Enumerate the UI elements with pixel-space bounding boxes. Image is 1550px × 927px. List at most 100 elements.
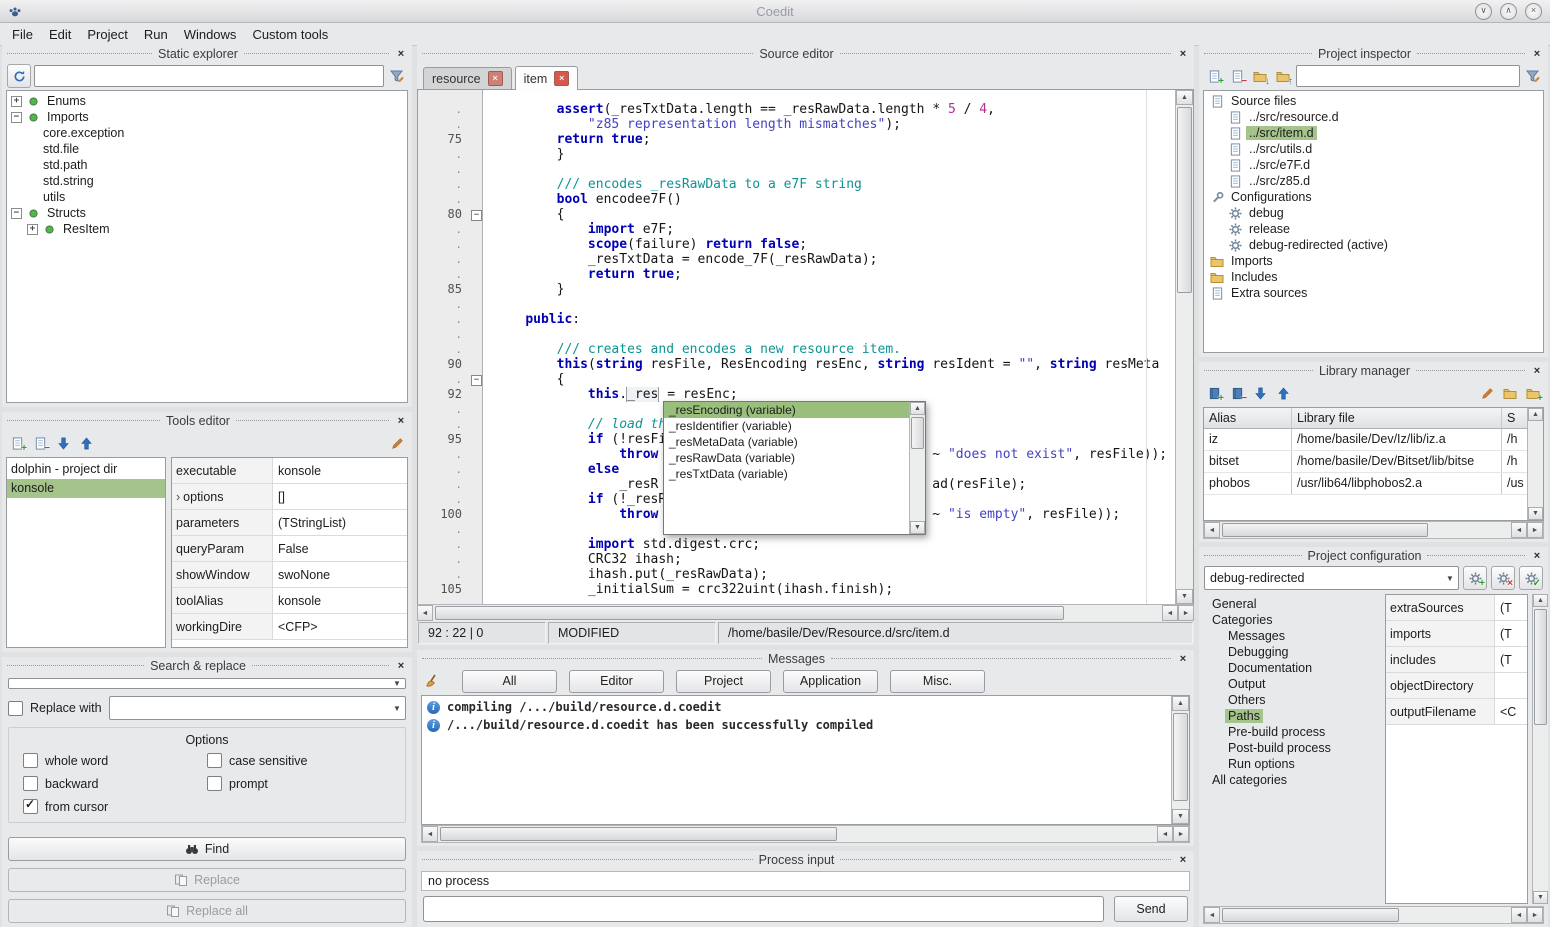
property-value[interactable]: swoNone: [273, 568, 407, 582]
completion-item[interactable]: _resMetaData (variable): [664, 434, 909, 450]
project-inspector-close-icon[interactable]: ×: [1531, 48, 1543, 60]
close-tab-icon[interactable]: ×: [554, 71, 569, 86]
edit-tool-button[interactable]: [387, 433, 407, 453]
property-value[interactable]: konsole: [273, 464, 407, 478]
property-row[interactable]: showWindowswoNone: [172, 562, 407, 588]
scroll-track[interactable]: [910, 415, 925, 521]
inspector-item[interactable]: ../src/utils.d: [1204, 141, 1543, 157]
config-category[interactable]: Paths: [1203, 708, 1381, 724]
scroll-track[interactable]: [433, 605, 1162, 621]
messages-horizontal-scrollbar[interactable]: ◄ ◄ ►: [421, 825, 1190, 843]
static-explorer-item[interactable]: utils: [7, 189, 407, 205]
tree-expander-icon[interactable]: +: [27, 224, 38, 235]
property-value[interactable]: (T: [1495, 627, 1527, 641]
add-folder-button[interactable]: ↓: [1250, 66, 1270, 86]
scroll-track[interactable]: [1220, 522, 1511, 538]
tool-item[interactable]: konsole: [7, 479, 165, 498]
property-value[interactable]: []: [273, 490, 407, 504]
tab-item[interactable]: item ×: [515, 66, 579, 90]
property-row[interactable]: parameters(TStringList): [172, 510, 407, 536]
property-row[interactable]: ›options[]: [172, 484, 407, 510]
inspector-item[interactable]: debug: [1204, 205, 1543, 221]
static-explorer-item[interactable]: std.file: [7, 141, 407, 157]
checkbox-icon[interactable]: [207, 753, 222, 768]
find-button[interactable]: Find: [8, 837, 406, 861]
property-row[interactable]: workingDire<CFP>: [172, 614, 407, 640]
tree-expander-icon[interactable]: −: [11, 112, 22, 123]
window-maximize-icon[interactable]: ∧: [1500, 3, 1517, 20]
scroll-left-icon[interactable]: ◄: [1162, 605, 1178, 621]
static-explorer-item[interactable]: std.string: [7, 173, 407, 189]
inspector-item[interactable]: Imports: [1204, 253, 1543, 269]
scroll-right-icon[interactable]: ►: [1173, 826, 1189, 842]
dropdown-arrow-icon[interactable]: ▼: [389, 679, 405, 688]
window-shade-icon[interactable]: ∨: [1475, 3, 1492, 20]
library-manager-close-icon[interactable]: ×: [1531, 365, 1543, 377]
config-category[interactable]: Others: [1203, 692, 1381, 708]
menu-file[interactable]: File: [4, 25, 41, 44]
window-close-icon[interactable]: ×: [1525, 3, 1542, 20]
property-value[interactable]: <CFP>: [273, 620, 407, 634]
scroll-down-icon[interactable]: ▼: [1528, 507, 1543, 520]
library-horizontal-scrollbar[interactable]: ◄ ◄ ►: [1203, 521, 1544, 539]
inspector-item[interactable]: ../src/resource.d: [1204, 109, 1543, 125]
refresh-button[interactable]: [7, 64, 31, 88]
scroll-thumb[interactable]: [1534, 609, 1547, 725]
scroll-track[interactable]: [1220, 907, 1511, 923]
dropdown-arrow-icon[interactable]: ▼: [389, 704, 405, 713]
edit-library-button[interactable]: [1477, 383, 1497, 403]
inspector-item[interactable]: ../src/e7F.d: [1204, 157, 1543, 173]
messages-close-icon[interactable]: ×: [1177, 653, 1189, 665]
checkbox-icon[interactable]: [23, 753, 38, 768]
config-category[interactable]: Run options: [1203, 756, 1381, 772]
scroll-right-icon[interactable]: ►: [1527, 907, 1543, 923]
property-value[interactable]: (TStringList): [273, 516, 407, 530]
checkbox-icon[interactable]: [23, 799, 38, 814]
inspector-item[interactable]: debug-redirected (active): [1204, 237, 1543, 253]
remove-source-button[interactable]: −: [1227, 66, 1247, 86]
config-category[interactable]: Post-build process: [1203, 740, 1381, 756]
scroll-track[interactable]: [1176, 105, 1193, 589]
project-configuration-close-icon[interactable]: ×: [1531, 550, 1543, 562]
inspector-item[interactable]: ../src/item.d: [1204, 125, 1543, 141]
config-category[interactable]: Messages: [1203, 628, 1381, 644]
config-category[interactable]: Output: [1203, 676, 1381, 692]
inspector-item[interactable]: Includes: [1204, 269, 1543, 285]
popup-vertical-scrollbar[interactable]: ▲ ▼: [909, 402, 925, 534]
send-button[interactable]: Send: [1114, 896, 1188, 922]
property-value[interactable]: <C: [1495, 705, 1527, 719]
inspector-item[interactable]: ../src/z85.d: [1204, 173, 1543, 189]
message-row[interactable]: icompiling /.../build/resource.d.coedit: [422, 698, 1171, 716]
property-row[interactable]: includes(T: [1386, 647, 1527, 673]
filter-options-button[interactable]: [387, 66, 407, 86]
move-tool-up-button[interactable]: [76, 433, 96, 453]
expand-property-icon[interactable]: ›: [176, 490, 180, 504]
add-library-button[interactable]: +: [1204, 383, 1224, 403]
property-value[interactable]: False: [273, 542, 407, 556]
scroll-left-icon[interactable]: ◄: [1204, 522, 1220, 538]
scroll-down-icon[interactable]: ▼: [1176, 589, 1193, 604]
static-explorer-close-icon[interactable]: ×: [395, 48, 407, 60]
property-row[interactable]: executablekonsole: [172, 458, 407, 484]
static-explorer-item[interactable]: std.path: [7, 157, 407, 173]
library-vertical-scrollbar[interactable]: ▲ ▼: [1527, 408, 1543, 520]
editor-horizontal-scrollbar[interactable]: ◄ ◄ ►: [417, 604, 1194, 621]
filter-misc[interactable]: Misc.: [890, 670, 985, 693]
property-row[interactable]: extraSources(T: [1386, 595, 1527, 621]
scroll-down-icon[interactable]: ▼: [1533, 891, 1548, 904]
inspector-item[interactable]: Source files: [1204, 93, 1543, 109]
option-from-cursor[interactable]: from cursor: [23, 799, 207, 814]
filter-application[interactable]: Application: [783, 670, 878, 693]
config-category[interactable]: Categories: [1203, 612, 1381, 628]
menu-project[interactable]: Project: [79, 25, 135, 44]
inspector-filter-button[interactable]: [1523, 66, 1543, 86]
property-row[interactable]: outputFilename<C: [1386, 699, 1527, 725]
fold-marker-icon[interactable]: −: [471, 375, 482, 386]
scroll-up-icon[interactable]: ▲: [1176, 90, 1193, 105]
editor-vertical-scrollbar[interactable]: ▲ ▼: [1175, 90, 1193, 604]
completion-item[interactable]: _resTxtData (variable): [664, 466, 909, 482]
property-value[interactable]: konsole: [273, 594, 407, 608]
scroll-track[interactable]: [1533, 607, 1548, 891]
remove-folder-button[interactable]: ↑: [1273, 66, 1293, 86]
scroll-left-icon[interactable]: ◄: [1204, 907, 1220, 923]
